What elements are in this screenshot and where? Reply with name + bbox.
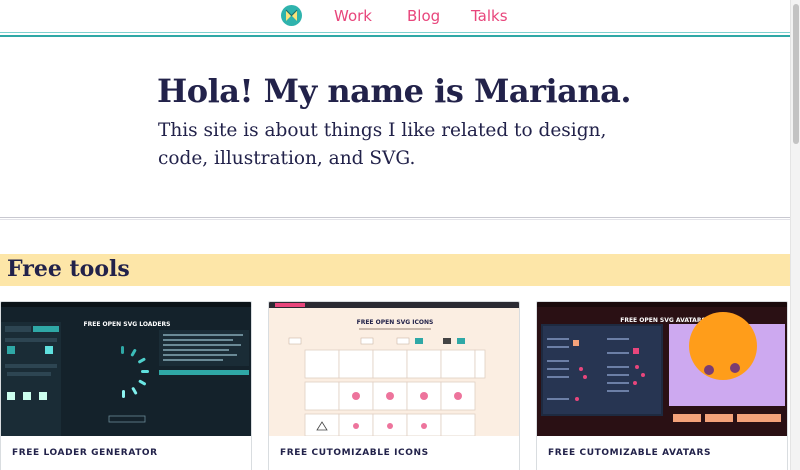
card-thumbnail[interactable]: FREE OPEN SVG LOADERS — [1, 302, 251, 436]
tool-card-avatars[interactable]: FREE OPEN SVG AVATARS FREE CUTOMIZABLE A… — [536, 301, 788, 470]
card-thumbnail[interactable]: FREE OPEN SVG AVATARS — [537, 302, 787, 436]
nav-link-work[interactable]: Work — [334, 6, 372, 26]
nav-link-blog[interactable]: Blog — [407, 6, 440, 26]
section-title: Free tools — [7, 256, 130, 282]
top-nav: Work Blog Talks — [0, 0, 800, 32]
thumb-title: FREE OPEN SVG ICONS — [357, 319, 434, 326]
avatar-face-icon — [689, 312, 757, 380]
section-divider — [0, 217, 790, 220]
thumb-title: FREE OPEN SVG AVATARS — [620, 317, 706, 324]
hero-description: This site is about things I like related… — [158, 120, 607, 169]
mariana-logo-icon[interactable] — [281, 5, 302, 26]
card-label[interactable]: FREE CUTOMIZABLE ICONS — [280, 448, 429, 458]
card-label[interactable]: FREE CUTOMIZABLE AVATARS — [548, 448, 711, 458]
card-thumbnail[interactable]: FREE OPEN SVG ICONS — [269, 302, 519, 436]
nav-divider-thin — [0, 32, 790, 33]
page-scrollbar[interactable] — [790, 0, 800, 470]
tool-card-icons[interactable]: FREE OPEN SVG ICONS FREE CUTOMIZABLE ICO… — [268, 301, 520, 470]
thumb-title: FREE OPEN SVG LOADERS — [84, 321, 171, 328]
nav-link-talks[interactable]: Talks — [471, 6, 508, 26]
tool-card-loaders[interactable]: FREE OPEN SVG LOADERS FREE LOADER GENERA… — [0, 301, 252, 470]
scrollbar-thumb[interactable] — [793, 4, 799, 144]
nav-divider-thick — [0, 35, 790, 37]
card-label[interactable]: FREE LOADER GENERATOR — [12, 448, 158, 458]
hero-title: Hola! My name is Mariana. — [157, 72, 632, 110]
